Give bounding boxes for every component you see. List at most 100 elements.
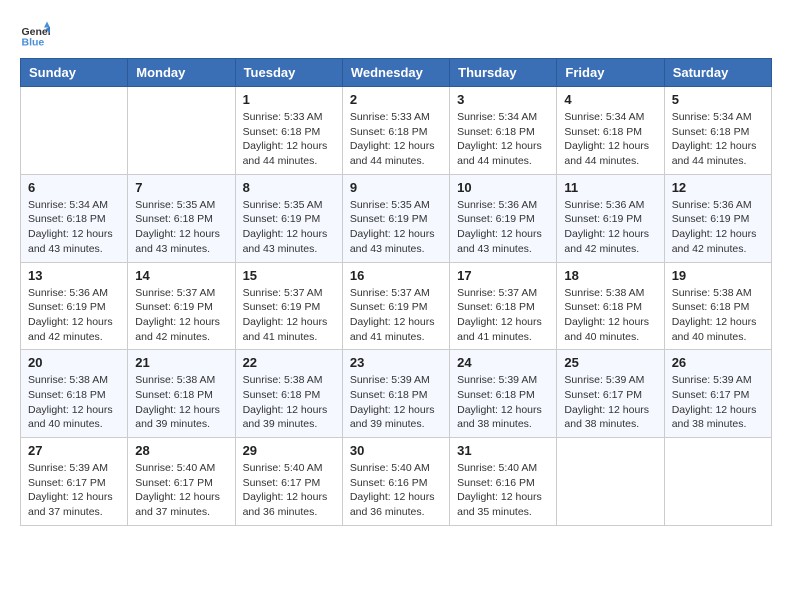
day-cell: 26 Sunrise: 5:39 AM Sunset: 6:17 PM Dayli…	[664, 350, 771, 438]
logo: General Blue	[20, 20, 54, 50]
day-number: 18	[564, 268, 656, 283]
day-info: Sunrise: 5:34 AM Sunset: 6:18 PM Dayligh…	[672, 110, 764, 169]
day-info: Sunrise: 5:37 AM Sunset: 6:19 PM Dayligh…	[350, 286, 442, 345]
day-number: 8	[243, 180, 335, 195]
day-info: Sunrise: 5:40 AM Sunset: 6:16 PM Dayligh…	[457, 461, 549, 520]
day-cell: 19 Sunrise: 5:38 AM Sunset: 6:18 PM Dayli…	[664, 262, 771, 350]
day-cell: 30 Sunrise: 5:40 AM Sunset: 6:16 PM Dayli…	[342, 438, 449, 526]
day-info: Sunrise: 5:37 AM Sunset: 6:18 PM Dayligh…	[457, 286, 549, 345]
day-cell: 16 Sunrise: 5:37 AM Sunset: 6:19 PM Dayli…	[342, 262, 449, 350]
day-cell: 13 Sunrise: 5:36 AM Sunset: 6:19 PM Dayli…	[21, 262, 128, 350]
day-cell: 18 Sunrise: 5:38 AM Sunset: 6:18 PM Dayli…	[557, 262, 664, 350]
day-number: 3	[457, 92, 549, 107]
day-number: 1	[243, 92, 335, 107]
weekday-header-tuesday: Tuesday	[235, 59, 342, 87]
day-cell: 8 Sunrise: 5:35 AM Sunset: 6:19 PM Daylig…	[235, 174, 342, 262]
day-number: 22	[243, 355, 335, 370]
day-info: Sunrise: 5:37 AM Sunset: 6:19 PM Dayligh…	[243, 286, 335, 345]
day-cell: 11 Sunrise: 5:36 AM Sunset: 6:19 PM Dayli…	[557, 174, 664, 262]
day-info: Sunrise: 5:36 AM Sunset: 6:19 PM Dayligh…	[672, 198, 764, 257]
day-info: Sunrise: 5:35 AM Sunset: 6:19 PM Dayligh…	[350, 198, 442, 257]
day-cell: 12 Sunrise: 5:36 AM Sunset: 6:19 PM Dayli…	[664, 174, 771, 262]
day-number: 20	[28, 355, 120, 370]
day-number: 11	[564, 180, 656, 195]
weekday-header-friday: Friday	[557, 59, 664, 87]
day-number: 13	[28, 268, 120, 283]
day-number: 19	[672, 268, 764, 283]
day-cell	[664, 438, 771, 526]
day-cell: 9 Sunrise: 5:35 AM Sunset: 6:19 PM Daylig…	[342, 174, 449, 262]
day-number: 10	[457, 180, 549, 195]
weekday-header-saturday: Saturday	[664, 59, 771, 87]
day-number: 24	[457, 355, 549, 370]
day-cell: 3Sunrise: 5:34 AM Sunset: 6:18 PM Daylig…	[450, 87, 557, 175]
day-info: Sunrise: 5:40 AM Sunset: 6:17 PM Dayligh…	[135, 461, 227, 520]
day-info: Sunrise: 5:35 AM Sunset: 6:18 PM Dayligh…	[135, 198, 227, 257]
day-info: Sunrise: 5:38 AM Sunset: 6:18 PM Dayligh…	[672, 286, 764, 345]
day-info: Sunrise: 5:36 AM Sunset: 6:19 PM Dayligh…	[28, 286, 120, 345]
day-cell: 20 Sunrise: 5:38 AM Sunset: 6:18 PM Dayli…	[21, 350, 128, 438]
day-info: Sunrise: 5:36 AM Sunset: 6:19 PM Dayligh…	[564, 198, 656, 257]
day-info: Sunrise: 5:39 AM Sunset: 6:17 PM Dayligh…	[28, 461, 120, 520]
day-number: 30	[350, 443, 442, 458]
day-info: Sunrise: 5:39 AM Sunset: 6:18 PM Dayligh…	[350, 373, 442, 432]
day-number: 6	[28, 180, 120, 195]
day-info: Sunrise: 5:40 AM Sunset: 6:16 PM Dayligh…	[350, 461, 442, 520]
day-cell: 7 Sunrise: 5:35 AM Sunset: 6:18 PM Daylig…	[128, 174, 235, 262]
day-number: 4	[564, 92, 656, 107]
day-info: Sunrise: 5:39 AM Sunset: 6:17 PM Dayligh…	[564, 373, 656, 432]
weekday-header-wednesday: Wednesday	[342, 59, 449, 87]
day-number: 17	[457, 268, 549, 283]
day-cell: 1Sunrise: 5:33 AM Sunset: 6:18 PM Daylig…	[235, 87, 342, 175]
day-info: Sunrise: 5:34 AM Sunset: 6:18 PM Dayligh…	[564, 110, 656, 169]
day-info: Sunrise: 5:38 AM Sunset: 6:18 PM Dayligh…	[243, 373, 335, 432]
day-info: Sunrise: 5:39 AM Sunset: 6:18 PM Dayligh…	[457, 373, 549, 432]
day-cell: 6 Sunrise: 5:34 AM Sunset: 6:18 PM Daylig…	[21, 174, 128, 262]
page-header: General Blue	[20, 20, 772, 50]
day-number: 9	[350, 180, 442, 195]
day-number: 5	[672, 92, 764, 107]
day-number: 29	[243, 443, 335, 458]
day-info: Sunrise: 5:40 AM Sunset: 6:17 PM Dayligh…	[243, 461, 335, 520]
day-cell: 27 Sunrise: 5:39 AM Sunset: 6:17 PM Dayli…	[21, 438, 128, 526]
day-cell: 25 Sunrise: 5:39 AM Sunset: 6:17 PM Dayli…	[557, 350, 664, 438]
day-number: 26	[672, 355, 764, 370]
day-info: Sunrise: 5:38 AM Sunset: 6:18 PM Dayligh…	[28, 373, 120, 432]
day-number: 2	[350, 92, 442, 107]
calendar-table: SundayMondayTuesdayWednesdayThursdayFrid…	[20, 58, 772, 526]
day-cell: 28 Sunrise: 5:40 AM Sunset: 6:17 PM Dayli…	[128, 438, 235, 526]
day-cell: 10Sunrise: 5:36 AM Sunset: 6:19 PM Dayli…	[450, 174, 557, 262]
day-cell	[21, 87, 128, 175]
day-number: 27	[28, 443, 120, 458]
day-info: Sunrise: 5:34 AM Sunset: 6:18 PM Dayligh…	[28, 198, 120, 257]
day-number: 25	[564, 355, 656, 370]
weekday-header-thursday: Thursday	[450, 59, 557, 87]
day-cell: 4 Sunrise: 5:34 AM Sunset: 6:18 PM Daylig…	[557, 87, 664, 175]
weekday-header-row: SundayMondayTuesdayWednesdayThursdayFrid…	[21, 59, 772, 87]
day-info: Sunrise: 5:38 AM Sunset: 6:18 PM Dayligh…	[135, 373, 227, 432]
day-info: Sunrise: 5:35 AM Sunset: 6:19 PM Dayligh…	[243, 198, 335, 257]
day-cell: 5 Sunrise: 5:34 AM Sunset: 6:18 PM Daylig…	[664, 87, 771, 175]
day-number: 28	[135, 443, 227, 458]
day-cell: 24 Sunrise: 5:39 AM Sunset: 6:18 PM Dayli…	[450, 350, 557, 438]
day-number: 7	[135, 180, 227, 195]
day-info: Sunrise: 5:38 AM Sunset: 6:18 PM Dayligh…	[564, 286, 656, 345]
week-row-2: 6 Sunrise: 5:34 AM Sunset: 6:18 PM Daylig…	[21, 174, 772, 262]
day-number: 16	[350, 268, 442, 283]
day-cell: 31 Sunrise: 5:40 AM Sunset: 6:16 PM Dayli…	[450, 438, 557, 526]
day-number: 15	[243, 268, 335, 283]
day-info: Sunrise: 5:37 AM Sunset: 6:19 PM Dayligh…	[135, 286, 227, 345]
day-cell: 22 Sunrise: 5:38 AM Sunset: 6:18 PM Dayli…	[235, 350, 342, 438]
day-number: 14	[135, 268, 227, 283]
day-cell: 29 Sunrise: 5:40 AM Sunset: 6:17 PM Dayli…	[235, 438, 342, 526]
logo-icon: General Blue	[20, 20, 50, 50]
week-row-1: 1Sunrise: 5:33 AM Sunset: 6:18 PM Daylig…	[21, 87, 772, 175]
day-cell: 21Sunrise: 5:38 AM Sunset: 6:18 PM Dayli…	[128, 350, 235, 438]
day-number: 23	[350, 355, 442, 370]
day-cell: 23 Sunrise: 5:39 AM Sunset: 6:18 PM Dayli…	[342, 350, 449, 438]
day-number: 31	[457, 443, 549, 458]
day-cell	[128, 87, 235, 175]
day-info: Sunrise: 5:39 AM Sunset: 6:17 PM Dayligh…	[672, 373, 764, 432]
day-cell: 2Sunrise: 5:33 AM Sunset: 6:18 PM Daylig…	[342, 87, 449, 175]
day-number: 12	[672, 180, 764, 195]
